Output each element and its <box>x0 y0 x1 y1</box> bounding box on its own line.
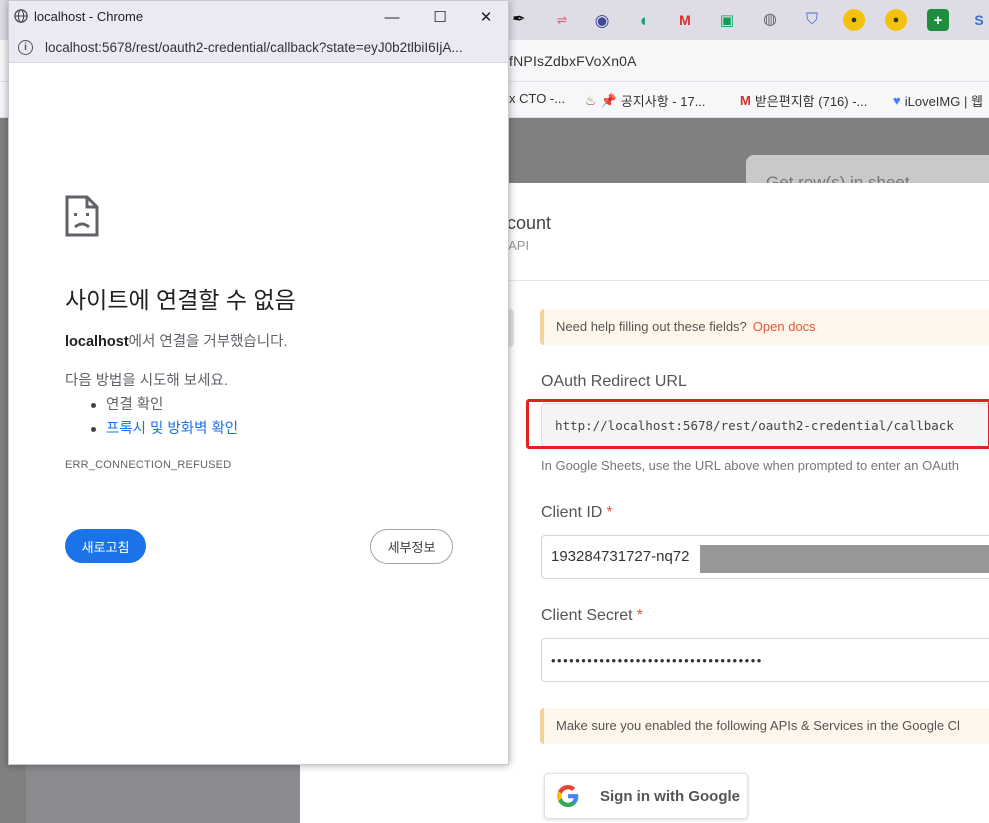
apis-notice-text: Make sure you enabled the following APIs… <box>556 718 960 733</box>
google-logo-icon <box>557 785 579 807</box>
dark-blob-icon[interactable]: ✒ <box>508 9 530 31</box>
open-docs-link[interactable]: Open docs <box>753 319 816 334</box>
required-asterisk: * <box>606 504 613 521</box>
apis-notice: Make sure you enabled the following APIs… <box>540 708 989 744</box>
modal-divider <box>498 280 989 281</box>
redirect-url-highlight <box>526 399 989 449</box>
error-code: ERR_CONNECTION_REFUSED <box>65 459 232 471</box>
bookmark-label: 공지사항 - 17... <box>620 94 706 109</box>
error-message: localhost에서 연결을 거부했습니다. <box>65 330 287 351</box>
list-item: 연결 확인 <box>89 393 238 417</box>
suggestion-list: 연결 확인 프록시 및 방화벽 확인 <box>89 393 238 441</box>
gmail-icon[interactable]: M <box>674 9 696 31</box>
error-heading: 사이트에 연결할 수 없음 <box>65 287 296 313</box>
bookmark-label: x CTO -... <box>509 91 566 106</box>
background-address-text: fNPIsZdbxFVoXn0A <box>509 53 637 69</box>
sign-in-with-google-button[interactable]: Sign in with Google <box>544 773 748 819</box>
edge-icon[interactable]: ◐ <box>634 9 656 31</box>
client-secret-input[interactable]: ••••••••••••••••••••••••••••••••••• <box>541 638 989 682</box>
error-host: localhost <box>65 334 129 350</box>
chrome-popup-window: localhost - Chrome — ☐ ✕ i localhost:567… <box>8 0 509 765</box>
bookmark-item[interactable]: x CTO -... <box>509 91 565 106</box>
globe-icon[interactable]: ◍ <box>759 9 781 31</box>
error-message-text: 에서 연결을 거부했습니다. <box>128 334 288 350</box>
bookmark-label: iLoveIMG | 웹 <box>904 94 983 109</box>
minion-icon[interactable]: ● <box>885 9 907 31</box>
popup-url-text: localhost:5678/rest/oauth2-credential/ca… <box>45 40 463 55</box>
popup-window-title: localhost - Chrome <box>34 9 144 24</box>
minion-icon[interactable]: ● <box>843 9 865 31</box>
client-secret-value: ••••••••••••••••••••••••••••••••••• <box>551 653 763 668</box>
popup-titlebar[interactable]: localhost - Chrome — ☐ ✕ <box>9 1 508 33</box>
popup-address-bar[interactable]: i localhost:5678/rest/oauth2-credential/… <box>9 33 508 63</box>
maximize-button[interactable]: ☐ <box>427 5 453 29</box>
proxy-firewall-link[interactable]: 프록시 및 방화벽 확인 <box>89 417 238 441</box>
sheets-icon[interactable]: + <box>927 9 949 31</box>
help-notice-text: Need help filling out these fields? <box>556 319 747 334</box>
pot-icon: ♨ <box>585 92 597 108</box>
redaction-block <box>700 545 989 573</box>
sad-page-icon <box>65 195 99 237</box>
s-icon[interactable]: S <box>968 9 989 31</box>
reload-button[interactable]: 새로고침 <box>65 529 146 563</box>
heart-icon: ♥ <box>893 93 901 108</box>
bookmark-item[interactable]: ♨ 📌 공지사항 - 17... <box>585 91 706 110</box>
bookmark-item[interactable]: M 받은편지함 (716) -... <box>740 91 867 110</box>
details-button[interactable]: 세부정보 <box>370 529 453 564</box>
globe-icon <box>14 9 28 23</box>
meet-icon[interactable]: ▣ <box>716 9 738 31</box>
site-info-icon[interactable]: i <box>18 40 33 55</box>
client-id-value: 193284731727-nq72 <box>551 548 690 565</box>
google-button-label: Sign in with Google <box>600 787 740 805</box>
bookmark-label: 받은편지함 (716) -... <box>754 94 868 109</box>
client-secret-label: Client Secret * <box>541 607 643 625</box>
bookmark-item[interactable]: ♥ iLoveIMG | 웹 <box>893 91 983 110</box>
minimize-button[interactable]: — <box>379 5 405 29</box>
help-notice: Need help filling out these fields? Open … <box>540 309 989 345</box>
gmail-icon: M <box>740 93 751 108</box>
pin-icon: 📌 <box>600 92 617 108</box>
redirect-url-label: OAuth Redirect URL <box>541 373 687 390</box>
shield-icon[interactable]: ⛉ <box>801 9 823 31</box>
client-id-label: Client ID * <box>541 504 613 522</box>
required-asterisk: * <box>636 607 643 624</box>
client-secret-label-text: Client Secret <box>541 607 633 624</box>
redirect-url-help: In Google Sheets, use the URL above when… <box>541 458 959 473</box>
client-id-label-text: Client ID <box>541 504 603 521</box>
red-link-icon[interactable]: ⇌ <box>551 9 573 31</box>
try-heading: 다음 방법을 시도해 보세요. <box>65 373 228 389</box>
chrome-icon[interactable]: ◉ <box>591 9 613 31</box>
close-button[interactable]: ✕ <box>473 5 499 29</box>
